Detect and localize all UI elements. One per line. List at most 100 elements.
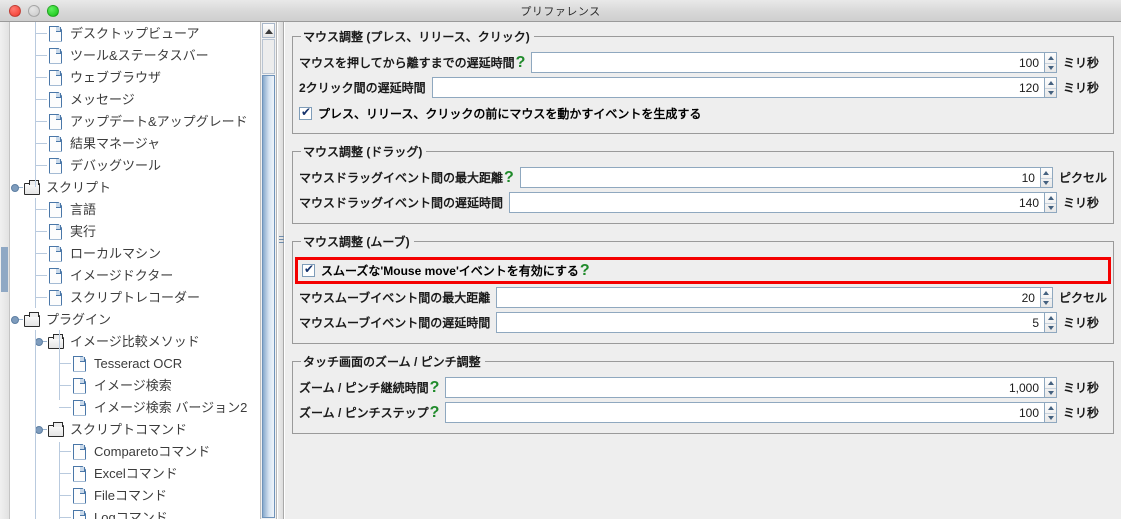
sidebar-item[interactable]: メッセージ xyxy=(10,88,260,110)
sidebar-item[interactable]: ローカルマシン xyxy=(10,242,260,264)
spinner-input[interactable]: 120 xyxy=(431,77,1045,98)
minimize-icon[interactable] xyxy=(28,4,40,17)
sidebar-vertical-scrollbar[interactable] xyxy=(260,22,276,519)
spinner-input[interactable]: 20 xyxy=(496,287,1041,308)
sidebar-item[interactable]: イメージ検索 バージョン2 xyxy=(10,396,260,418)
spinner-input[interactable]: 10 xyxy=(519,167,1041,188)
sidebar-item-label: 実行 xyxy=(70,223,97,239)
spinner-down-icon[interactable] xyxy=(1040,177,1052,188)
checkbox-row[interactable]: プレス、リリース、クリックの前にマウスを動かすイベントを生成する xyxy=(299,103,1107,124)
help-marker-icon[interactable]: ? xyxy=(430,404,440,422)
sidebar-item[interactable]: 結果マネージャ xyxy=(10,132,260,154)
tree-expand-toggle-icon[interactable] xyxy=(10,312,23,326)
setting-unit: ミリ秒 xyxy=(1063,81,1100,95)
sidebar-tree: デスクトップビューア ツール&ステータスバーウェブブラウザメッセージ アップデート&… xyxy=(10,22,260,519)
spinner-buttons[interactable] xyxy=(1044,312,1057,333)
tree-branch-line xyxy=(35,209,47,210)
sidebar-item-label: Tesseract OCR xyxy=(94,355,183,371)
help-marker-icon[interactable]: ? xyxy=(504,169,514,187)
sidebar-item[interactable]: ツール&ステータスバー xyxy=(10,44,260,66)
sidebar-item[interactable]: プラグイン xyxy=(10,308,260,330)
spinner-up-icon[interactable] xyxy=(1045,78,1056,88)
help-marker-icon[interactable]: ? xyxy=(516,54,526,72)
sidebar-item-label: Logコマンド xyxy=(94,509,168,519)
sidebar-item[interactable]: アップデート&アップグレード xyxy=(10,110,260,132)
window-body: デスクトップビューア ツール&ステータスバーウェブブラウザメッセージ アップデート&… xyxy=(0,22,1121,519)
spinner-buttons[interactable] xyxy=(1039,287,1053,308)
document-icon xyxy=(72,356,86,371)
spinner-down-icon[interactable] xyxy=(1045,87,1056,98)
help-marker-icon[interactable]: ? xyxy=(580,262,590,280)
sidebar-item[interactable]: スクリプト xyxy=(10,176,260,198)
scroll-up-arrow-icon[interactable] xyxy=(262,23,275,38)
setting-unit: ミリ秒 xyxy=(1063,381,1100,395)
sidebar-item[interactable]: デスクトップビューア xyxy=(10,22,260,44)
spinner-up-icon[interactable] xyxy=(1041,168,1052,178)
sidebar-item[interactable]: スクリプトレコーダー xyxy=(10,286,260,308)
spinner-input[interactable]: 140 xyxy=(509,192,1045,213)
sidebar-item[interactable]: Logコマンド xyxy=(10,506,260,519)
setting-unit: ミリ秒 xyxy=(1063,56,1100,70)
spinner-input[interactable]: 1,000 xyxy=(445,377,1045,398)
tree-expand-toggle-icon[interactable] xyxy=(10,180,23,194)
sidebar-item[interactable]: 言語 xyxy=(10,198,260,220)
spinner-up-icon[interactable] xyxy=(1045,53,1056,63)
sidebar-rail-thumb[interactable] xyxy=(1,247,8,292)
spinner-buttons[interactable] xyxy=(1044,192,1057,213)
split-pane-divider[interactable] xyxy=(277,22,284,519)
spinner-buttons[interactable] xyxy=(1044,52,1057,73)
sidebar-pane: デスクトップビューア ツール&ステータスバーウェブブラウザメッセージ アップデート&… xyxy=(0,22,277,519)
spinner-input[interactable]: 100 xyxy=(531,52,1045,73)
document-icon xyxy=(72,378,86,393)
sidebar-item[interactable]: スクリプトコマンド xyxy=(10,418,260,440)
sidebar-item[interactable]: イメージ検索 xyxy=(10,374,260,396)
sidebar-item[interactable]: Fileコマンド xyxy=(10,484,260,506)
spinner-up-icon[interactable] xyxy=(1045,313,1056,323)
sidebar-item-label: ウェブブラウザ xyxy=(70,69,162,85)
sidebar-item[interactable]: Comparetoコマンド xyxy=(10,440,260,462)
folder-icon xyxy=(24,311,40,327)
spinner-input[interactable]: 100 xyxy=(445,402,1045,423)
sidebar-item[interactable]: イメージ比較メソッド xyxy=(10,330,260,352)
scrollbar-track[interactable] xyxy=(262,39,275,74)
spinner-up-icon[interactable] xyxy=(1045,378,1056,388)
help-marker-icon[interactable]: ? xyxy=(430,379,440,397)
sidebar-item[interactable]: 実行 xyxy=(10,220,260,242)
checkbox[interactable] xyxy=(302,262,315,277)
spinner-down-icon[interactable] xyxy=(1045,62,1056,73)
spinner-down-icon[interactable] xyxy=(1045,412,1056,423)
spinner-up-icon[interactable] xyxy=(1045,403,1056,413)
checkbox-label: プレス、リリース、クリックの前にマウスを動かすイベントを生成する xyxy=(318,107,702,121)
checkbox[interactable] xyxy=(299,105,312,120)
spinner-down-icon[interactable] xyxy=(1045,387,1056,398)
setting-label: 2クリック間の遅延時間 xyxy=(299,81,426,95)
tree-branch-line xyxy=(59,385,71,386)
maximize-icon[interactable] xyxy=(47,4,59,17)
spinner-down-icon[interactable] xyxy=(1040,297,1052,308)
spinner-up-icon[interactable] xyxy=(1045,193,1056,203)
close-icon[interactable] xyxy=(9,4,21,17)
spinner-buttons[interactable] xyxy=(1044,77,1057,98)
spinner-buttons[interactable] xyxy=(1044,377,1057,398)
spinner-up-icon[interactable] xyxy=(1041,288,1052,298)
scrollbar-thumb[interactable] xyxy=(262,75,275,518)
spinner-down-icon[interactable] xyxy=(1045,322,1056,333)
sidebar-item-label: イメージ検索 xyxy=(94,377,172,393)
setting-unit: ミリ秒 xyxy=(1063,406,1100,420)
tree-branch-line xyxy=(35,77,47,78)
spinner-input[interactable]: 5 xyxy=(496,312,1045,333)
highlighted-checkbox-row[interactable]: スムーズな'Mouse move'イベントを有効にする? xyxy=(295,257,1111,284)
setting-row: マウスムーブイベント間の遅延時間 5 ミリ秒 xyxy=(299,311,1107,334)
sidebar-item[interactable]: Tesseract OCR xyxy=(10,352,260,374)
settings-group: マウス調整 (ムーブ)スムーズな'Mouse move'イベントを有効にする?マ… xyxy=(292,233,1114,344)
tree-branch-line xyxy=(35,297,47,298)
sidebar-item[interactable]: イメージドクター xyxy=(10,264,260,286)
sidebar-item[interactable]: デバッグツール xyxy=(10,154,260,176)
window-controls xyxy=(0,4,59,17)
spinner-buttons[interactable] xyxy=(1044,402,1057,423)
sidebar-item[interactable]: Excelコマンド xyxy=(10,462,260,484)
spinner-down-icon[interactable] xyxy=(1045,202,1056,213)
sidebar-item[interactable]: ウェブブラウザ xyxy=(10,66,260,88)
spinner-buttons[interactable] xyxy=(1039,167,1053,188)
setting-label: マウスドラッグイベント間の最大距離 xyxy=(299,171,504,185)
